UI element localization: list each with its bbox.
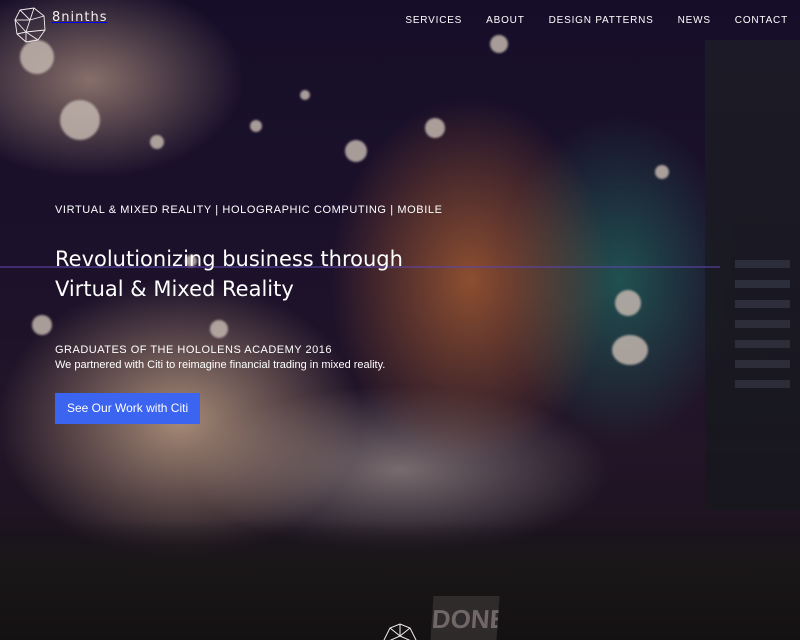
- brand-name: 8ninths: [52, 9, 108, 25]
- nav-item-services[interactable]: SERVICES: [405, 15, 462, 26]
- logo-geometric-head-icon: [14, 7, 46, 43]
- nav-item-contact[interactable]: CONTACT: [735, 15, 788, 26]
- hero-section: DONE 8ninths SERVICES ABOUT DESIGN PATTE…: [0, 0, 800, 640]
- nav-item-design-patterns[interactable]: DESIGN PATTERNS: [549, 15, 654, 26]
- scroll-down-logo-icon[interactable]: [378, 622, 422, 640]
- brand-logo[interactable]: 8ninths: [12, 6, 107, 44]
- hero-eyebrow: VIRTUAL & MIXED REALITY | HOLOGRAPHIC CO…: [55, 204, 443, 216]
- see-work-citi-button[interactable]: See Our Work with Citi: [55, 393, 201, 424]
- hero-description: We partnered with Citi to reimagine fina…: [55, 359, 386, 371]
- nav-item-news[interactable]: NEWS: [678, 15, 711, 26]
- desk-sign: DONE: [430, 596, 500, 640]
- hero-subtitle: GRADUATES OF THE HOLOLENS ACADEMY 2016: [55, 344, 332, 356]
- hero-content: VIRTUAL & MIXED REALITY | HOLOGRAPHIC CO…: [55, 204, 515, 424]
- nav-item-about[interactable]: ABOUT: [486, 15, 524, 26]
- hero-headline: Revolutionizing business through Virtual…: [55, 247, 403, 301]
- main-nav: SERVICES ABOUT DESIGN PATTERNS NEWS CONT…: [405, 15, 788, 26]
